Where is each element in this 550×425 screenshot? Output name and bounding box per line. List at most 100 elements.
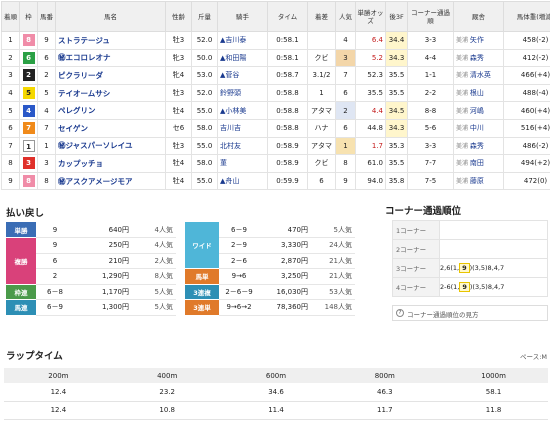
jockey-link[interactable]: ▲吉川泰 <box>220 36 246 44</box>
payout-row: 複勝 9 250円 4人気 <box>6 237 176 285</box>
trainer-link[interactable]: 森秀 <box>470 142 484 150</box>
body-weight: 472(0) <box>503 171 550 191</box>
popularity: 4 <box>335 31 356 50</box>
horse-name-link[interactable]: セイゲン <box>58 124 88 133</box>
lap-cumulative-time: 12.4 <box>4 383 113 402</box>
payout-type-label: 複勝 <box>6 237 36 285</box>
trainer-link[interactable]: 森秀 <box>470 54 484 62</box>
results-header-cell: タイム <box>267 1 308 32</box>
jockey-link[interactable]: 菫 <box>220 159 227 167</box>
jockey-cell: ▲吉川泰 <box>217 31 268 50</box>
win-odds: 1.7 <box>355 136 386 156</box>
horse-number: 2 <box>37 66 56 85</box>
lap-title: ラップタイム <box>6 351 63 362</box>
horse-name-link[interactable]: ㊙ジャスパーソレイユ <box>58 141 132 150</box>
corner-order: 8-8 <box>407 101 454 120</box>
payout-amount: 640円 <box>74 222 132 238</box>
jockey-link[interactable]: ▲舟山 <box>220 177 239 185</box>
stable-cell: 美浦 森秀 <box>453 48 504 68</box>
result-row: 5 4 4 ペレグリン 牡4 55.0 ▲小林美 0:58.8 アタマ 2 4.4 34.5 8-8 美浦… <box>1 101 550 120</box>
finish-time: 0:58.9 <box>267 136 308 156</box>
payout-amount: 210円 <box>74 253 132 269</box>
trainer-link[interactable]: 清水英 <box>470 71 491 79</box>
stable-region: 美浦 <box>456 142 470 150</box>
jockey-cell: ▲菅谷 <box>217 66 268 85</box>
horse-name-cell: ペレグリン <box>55 101 166 120</box>
jockey-link[interactable]: ▲小林美 <box>220 107 246 115</box>
margin <box>307 31 336 50</box>
payout-combination: 9 <box>36 222 74 238</box>
carried-weight: 52.0 <box>191 83 218 103</box>
popularity: 8 <box>335 154 356 173</box>
trainer-link[interactable]: 河嶋 <box>470 107 484 115</box>
horse-name-link[interactable]: ペレグリン <box>58 106 96 115</box>
carried-weight: 55.0 <box>191 101 218 120</box>
lap-split-row: 12.4 10.8 11.4 11.7 11.8 <box>4 401 548 420</box>
popularity: 1 <box>335 136 356 156</box>
payout-popularity: 8人気 <box>132 268 176 285</box>
results-header-cell: 着順 <box>1 1 20 32</box>
stable-cell: 美浦 根山 <box>453 83 504 103</box>
last-3f: 35.5 <box>385 83 408 103</box>
trainer-link[interactable]: 根山 <box>470 89 484 97</box>
jockey-link[interactable]: 吉川吉 <box>220 124 241 132</box>
horse-name-link[interactable]: ストラテージュ <box>58 36 110 45</box>
waku-cell: 7 <box>19 118 38 138</box>
horse-name-link[interactable]: テイオームサシ <box>58 89 110 98</box>
corner-label: 2コーナー <box>392 239 440 259</box>
corner-label: 3コーナー <box>392 258 440 278</box>
trainer-link[interactable]: 中川 <box>470 124 484 132</box>
corner-guide-link[interactable]: ? コーナー通過順位の見方 <box>392 305 548 321</box>
margin: クビ <box>307 154 336 173</box>
trainer-link[interactable]: 南田 <box>470 159 484 167</box>
payout-type-label: 馬単 <box>185 268 219 285</box>
jockey-link[interactable]: ▲和田陽 <box>220 54 246 62</box>
corner-order: 4-4 <box>407 48 454 68</box>
jockey-link[interactable]: 北村友 <box>220 142 241 150</box>
carried-weight: 58.0 <box>191 118 218 138</box>
result-row: 3 2 2 ピクラリーダ 牝4 53.0 ▲菅谷 0:58.7 3.1/2 7 52.3 35.5 1-… <box>1 66 550 85</box>
payout-type-label: 3連複 <box>185 284 219 300</box>
body-weight: 458(-2) <box>503 31 550 50</box>
stable-region: 美浦 <box>456 178 470 186</box>
sex-age: 牝3 <box>165 48 192 68</box>
lap-cumulative-row: 12.4 23.2 34.6 46.3 58.1 <box>4 383 548 402</box>
carried-weight: 55.0 <box>191 171 218 191</box>
results-header-cell: 後3F <box>385 1 408 32</box>
results-header-cell: 騎手 <box>217 1 268 32</box>
sex-age: 牡3 <box>165 136 192 156</box>
waku-badge: 1 <box>22 139 35 152</box>
stable-region: 美浦 <box>456 125 470 133</box>
payout-type-label: 単勝 <box>6 222 36 238</box>
margin: 3.1/2 <box>307 66 336 85</box>
waku-cell: 2 <box>19 66 38 85</box>
results-header-cell: 厩舎 <box>453 1 504 32</box>
corner-order: 3-3 <box>407 136 454 156</box>
trainer-link[interactable]: 藤原 <box>470 177 484 185</box>
payout-amount: 470円 <box>259 222 311 238</box>
waku-badge: 3 <box>22 157 35 170</box>
waku-badge: 7 <box>22 122 35 135</box>
results-header-cell: 馬体重(増減) <box>503 1 550 32</box>
win-odds: 35.5 <box>355 83 386 103</box>
finish-position: 8 <box>1 154 20 173</box>
sex-age: 牡3 <box>165 83 192 103</box>
payout-popularity: 5人気 <box>132 284 176 300</box>
jockey-link[interactable]: ▲菅谷 <box>220 71 239 79</box>
payout-combination: 9→6→2 <box>219 299 259 316</box>
corner-order: 3-3 <box>407 31 454 50</box>
body-weight: 516(+4) <box>503 118 550 138</box>
payout-amount: 2,870円 <box>259 253 311 269</box>
horse-name-link[interactable]: ㊙アスクアメージモア <box>58 177 132 186</box>
horse-name-link[interactable]: カップッチョ <box>58 159 103 168</box>
horse-name-link[interactable]: ㊙エコロレオナ <box>58 53 111 62</box>
trainer-link[interactable]: 矢作 <box>470 36 484 44</box>
payout-combination: 6－9 <box>219 222 259 238</box>
jockey-link[interactable]: 鈴野頭 <box>220 89 241 97</box>
finish-time: 0:58.8 <box>267 101 308 120</box>
horse-name-link[interactable]: ピクラリーダ <box>58 71 103 80</box>
lap-distance-header: 200m <box>4 368 113 383</box>
corner-guide-label: コーナー通過順位の見方 <box>407 311 479 319</box>
corner-row: 2コーナー <box>392 239 548 259</box>
corner-row: 1コーナー <box>392 220 548 240</box>
